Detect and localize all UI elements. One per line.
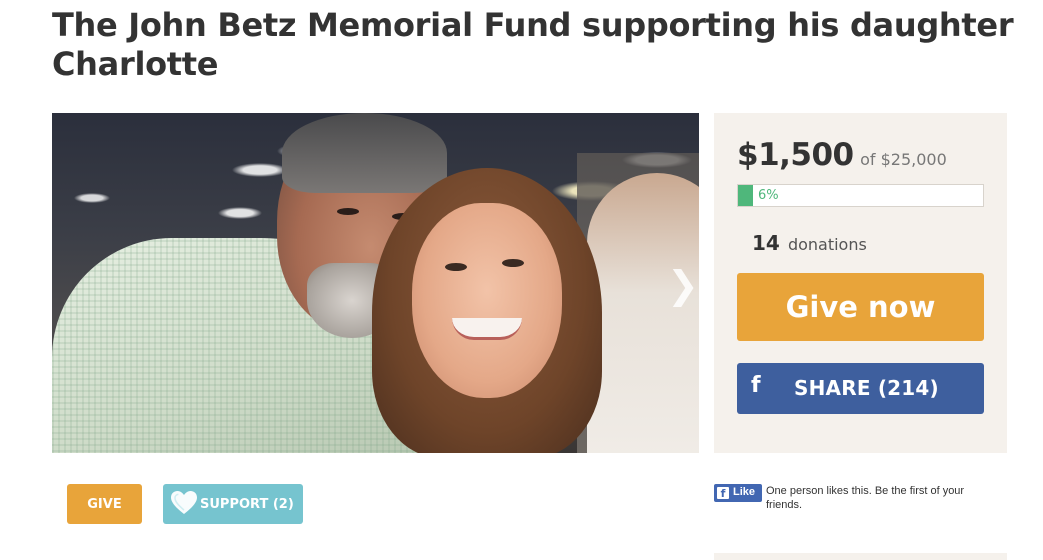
- donations-label: donations: [787, 235, 867, 254]
- facebook-icon: f: [717, 487, 729, 500]
- share-button[interactable]: f SHARE (214): [737, 363, 984, 414]
- photo-girl-smile: [452, 318, 522, 340]
- progress-fill: [738, 185, 753, 206]
- facebook-like-button[interactable]: f Like: [714, 484, 762, 502]
- photo-person-right: [587, 173, 699, 453]
- facebook-icon: f: [751, 373, 761, 398]
- heart-icon: [171, 491, 197, 514]
- goal-amount: of $25,000: [860, 150, 947, 169]
- support-button[interactable]: SUPPORT (2): [163, 484, 303, 524]
- give-button[interactable]: GIVE: [67, 484, 142, 524]
- raised-summary: $1,500 of $25,000: [737, 137, 947, 173]
- campaign-photo: ❯: [52, 113, 699, 453]
- raised-amount: $1,500: [737, 137, 854, 173]
- chevron-right-icon[interactable]: ❯: [667, 265, 699, 305]
- panel-edge: [714, 553, 1007, 560]
- donations-number: 14: [752, 231, 780, 255]
- donations-count: 14 donations: [752, 231, 867, 255]
- photo-man-hair: [282, 113, 447, 193]
- like-label: Like: [733, 486, 756, 498]
- share-label: SHARE (214): [794, 376, 939, 400]
- facebook-like-text: One person likes this. Be the first of y…: [766, 485, 965, 511]
- support-label: SUPPORT (2): [200, 497, 294, 512]
- give-now-button[interactable]: Give now: [737, 273, 984, 341]
- donation-panel: $1,500 of $25,000 6% 14 donations Give n…: [714, 113, 1007, 453]
- page-title: The John Betz Memorial Fund supporting h…: [52, 6, 1014, 83]
- photo-girl-eye: [502, 259, 524, 267]
- progress-label: 6%: [758, 188, 779, 203]
- progress-bar: 6%: [737, 184, 984, 207]
- photo-girl-face: [412, 203, 562, 398]
- photo-girl-eye: [445, 263, 467, 271]
- photo-man-eye: [337, 208, 359, 215]
